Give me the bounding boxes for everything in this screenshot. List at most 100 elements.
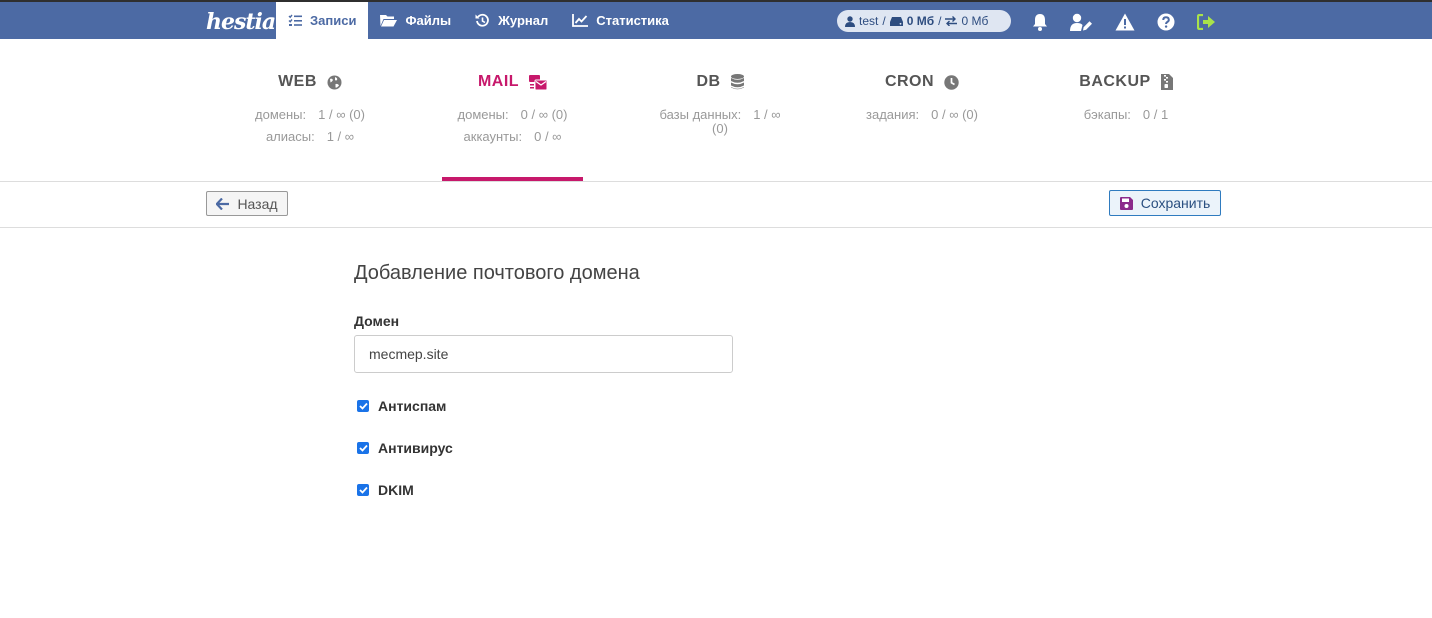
logout-button[interactable] bbox=[1195, 11, 1217, 33]
stat-row: алиасы: 1 / ∞ bbox=[244, 129, 376, 144]
notifications-button[interactable] bbox=[1029, 11, 1051, 33]
usage-bandwidth: 0 Мб bbox=[961, 14, 989, 28]
stat-title: CRON bbox=[855, 73, 989, 91]
stat-label: домены: bbox=[457, 107, 509, 122]
stat-title: DB bbox=[650, 73, 790, 91]
stat-title-text: BACKUP bbox=[1079, 73, 1151, 90]
dkim-option: DKIM bbox=[357, 482, 414, 498]
usage-separator: / bbox=[882, 14, 886, 28]
stat-label: базы данных: bbox=[659, 107, 742, 122]
alerts-button[interactable] bbox=[1114, 11, 1136, 33]
chart-line-icon bbox=[572, 14, 589, 27]
stat-label: бэкапы: bbox=[1083, 107, 1131, 122]
mail-bulk-icon bbox=[529, 74, 548, 90]
check-icon bbox=[358, 444, 368, 452]
stat-row: (0) bbox=[650, 121, 790, 136]
stat-value: 0 / ∞ bbox=[534, 129, 562, 144]
antispam-checkbox[interactable] bbox=[357, 400, 369, 412]
stat-web[interactable]: WEB домены: 1 / ∞ (0) алиасы: 1 / ∞ bbox=[244, 39, 376, 181]
nav-item-stats[interactable]: Статистика bbox=[560, 2, 681, 39]
nav-label: Статистика bbox=[596, 13, 669, 28]
stat-backup[interactable]: BACKUP бэкапы: 0 / 1 bbox=[1064, 39, 1188, 181]
usage-separator: / bbox=[938, 14, 942, 28]
stat-row: домены: 1 / ∞ (0) bbox=[244, 107, 376, 122]
antivirus-label[interactable]: Антивирус bbox=[378, 440, 453, 456]
usage-disk: 0 Мб bbox=[906, 14, 935, 28]
stats-panel: WEB домены: 1 / ∞ (0) алиасы: 1 / ∞ MAIL… bbox=[0, 39, 1432, 182]
nav-label: Файлы bbox=[405, 13, 452, 28]
stat-title-text: CRON bbox=[884, 73, 935, 90]
stat-value-suffix: (0) bbox=[712, 121, 728, 136]
save-button[interactable]: Сохранить bbox=[1109, 190, 1221, 216]
nav-item-log[interactable]: Журнал bbox=[463, 2, 560, 39]
file-archive-icon bbox=[1160, 74, 1173, 90]
main-nav: Записи Файлы Журнал Статистика bbox=[276, 2, 681, 39]
domain-label: Домен bbox=[354, 313, 400, 329]
hdd-icon bbox=[889, 16, 903, 26]
help-button[interactable] bbox=[1155, 11, 1177, 33]
nav-item-files[interactable]: Файлы bbox=[368, 2, 463, 39]
stat-value: 1 / ∞ bbox=[753, 107, 781, 122]
question-circle-icon bbox=[1157, 13, 1175, 31]
page-title: Добавление почтового домена bbox=[354, 262, 640, 284]
stat-title-text: WEB bbox=[278, 73, 317, 90]
user-icon bbox=[845, 15, 855, 27]
nav-item-records[interactable]: Записи bbox=[276, 2, 369, 39]
stat-value: 1 / ∞ bbox=[326, 129, 355, 144]
arrow-left-icon bbox=[216, 197, 230, 210]
stat-title: WEB bbox=[244, 73, 376, 91]
folder-icon bbox=[380, 15, 398, 27]
warning-icon bbox=[1115, 13, 1135, 31]
user-edit-icon bbox=[1070, 13, 1092, 31]
stat-value: 0 / ∞ (0) bbox=[520, 107, 568, 122]
stat-row: домены: 0 / ∞ (0) bbox=[442, 107, 583, 122]
list-check-icon bbox=[288, 14, 302, 26]
usage-user: test bbox=[859, 14, 879, 28]
nav-label: Журнал bbox=[498, 13, 549, 28]
exchange-icon bbox=[945, 16, 958, 26]
top-navbar: hestia Записи Файлы Журнал Статистика te… bbox=[0, 0, 1432, 39]
stat-value: 0 / 1 bbox=[1142, 107, 1169, 122]
dkim-label[interactable]: DKIM bbox=[378, 482, 414, 498]
check-icon bbox=[358, 402, 368, 410]
save-button-label: Сохранить bbox=[1140, 195, 1211, 211]
history-icon bbox=[475, 13, 489, 27]
stat-value: 1 / ∞ (0) bbox=[318, 107, 365, 122]
stat-db[interactable]: DB базы данных: 1 / ∞ (0) bbox=[650, 39, 790, 181]
back-button[interactable]: Назад bbox=[206, 191, 288, 216]
stat-row: базы данных: 1 / ∞ bbox=[650, 107, 790, 122]
nav-label: Записи bbox=[310, 13, 357, 28]
stat-label: аккаунты: bbox=[463, 129, 523, 144]
antivirus-option: Антивирус bbox=[357, 440, 453, 456]
stat-row: аккаунты: 0 / ∞ bbox=[442, 129, 583, 144]
stat-value: 0 / ∞ (0) bbox=[931, 107, 978, 122]
hestia-logo[interactable]: hestia bbox=[206, 5, 276, 39]
stat-title-text: MAIL bbox=[477, 73, 520, 90]
stat-label: задания: bbox=[866, 107, 920, 122]
stat-label: алиасы: bbox=[265, 129, 315, 144]
clock-icon bbox=[944, 74, 959, 90]
bell-icon bbox=[1033, 14, 1047, 31]
stat-label: домены: bbox=[255, 107, 307, 122]
dkim-checkbox[interactable] bbox=[357, 484, 369, 496]
usage-badge[interactable]: test / 0 Мб / 0 Мб bbox=[837, 10, 1011, 32]
antivirus-checkbox[interactable] bbox=[357, 442, 369, 454]
sign-out-icon bbox=[1196, 14, 1215, 30]
stat-title: MAIL bbox=[442, 73, 583, 91]
action-toolbar: Назад Сохранить bbox=[0, 182, 1432, 228]
stat-row: бэкапы: 0 / 1 bbox=[1064, 107, 1188, 122]
stat-title-text: DB bbox=[696, 73, 721, 90]
stat-row: задания: 0 / ∞ (0) bbox=[855, 107, 989, 122]
database-icon bbox=[730, 74, 744, 90]
domain-input[interactable] bbox=[354, 335, 733, 373]
stat-cron[interactable]: CRON задания: 0 / ∞ (0) bbox=[855, 39, 989, 181]
user-edit-button[interactable] bbox=[1070, 11, 1092, 33]
stat-title: BACKUP bbox=[1064, 73, 1188, 91]
globe-icon bbox=[327, 75, 342, 89]
floppy-disk-icon bbox=[1119, 196, 1133, 210]
back-button-label: Назад bbox=[237, 195, 278, 212]
antispam-label[interactable]: Антиспам bbox=[378, 398, 446, 414]
check-icon bbox=[358, 486, 368, 494]
antispam-option: Антиспам bbox=[357, 398, 446, 414]
stat-mail[interactable]: MAIL домены: 0 / ∞ (0) аккаунты: 0 / ∞ bbox=[442, 39, 583, 181]
